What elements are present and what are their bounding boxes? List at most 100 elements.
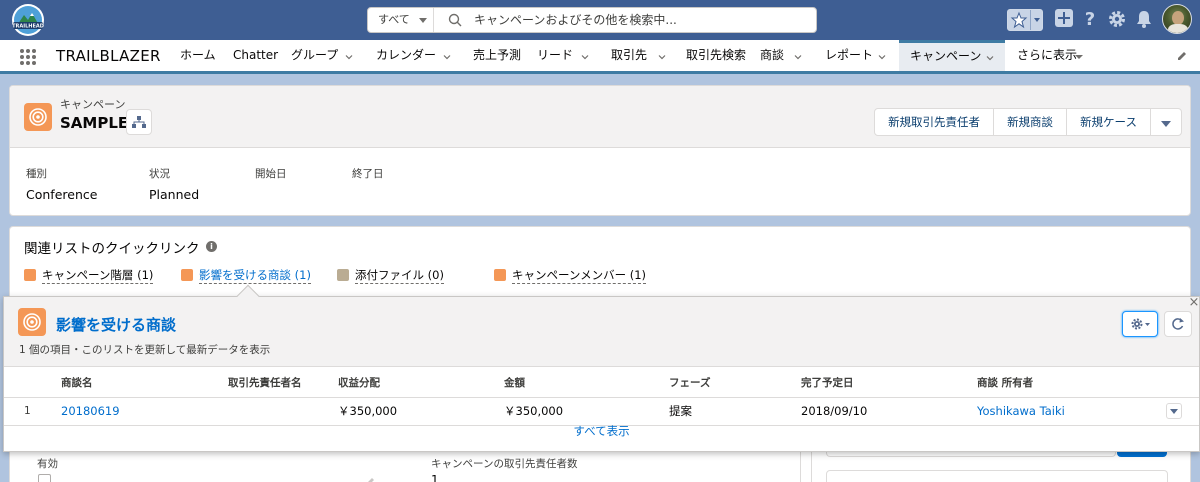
favorites-button[interactable] [1007, 9, 1043, 31]
owner-link[interactable]: Yoshikawa Taiki [977, 404, 1065, 418]
popover-title[interactable]: 影響を受ける商談 [56, 314, 176, 335]
nav-item-label: Chatter [233, 48, 279, 62]
nav-item-label: 取引先検索 [686, 48, 747, 62]
nav-item-leads[interactable]: リード [537, 40, 593, 71]
close-icon[interactable]: × [1187, 296, 1200, 310]
list-settings-button[interactable] [1122, 311, 1158, 337]
record-highlights-card: キャンペーン SAMPLE 新規取引先責任者 新規商談 新規ケース 種別 Con… [9, 85, 1191, 216]
edit-pencil-icon[interactable] [366, 476, 376, 482]
chevron-down-icon [419, 18, 427, 23]
nav-item-accounts[interactable]: 取引先 [611, 40, 669, 71]
new-opportunity-button[interactable]: 新規商談 [993, 108, 1068, 136]
user-avatar[interactable] [1162, 4, 1192, 34]
nav-item-more[interactable]: さらに表示 [1017, 40, 1087, 71]
row-action-dropdown[interactable] [1166, 403, 1182, 419]
gear-icon [1131, 318, 1150, 330]
nav-item-campaigns[interactable]: キャンペーン [899, 40, 1005, 71]
view-hierarchy-button[interactable] [126, 109, 152, 135]
add-icon[interactable] [1055, 9, 1073, 27]
nav-item-account-search[interactable]: 取引先検索 [686, 40, 746, 71]
column-header[interactable]: 収益分配 [338, 369, 504, 398]
new-contact-button[interactable]: 新規取引先責任者 [874, 108, 995, 136]
star-icon [1010, 11, 1028, 29]
campaign-member-icon [494, 269, 506, 281]
column-header[interactable]: 商談名 [61, 369, 228, 398]
nav-item-label: 売上予測 [473, 48, 522, 62]
quick-link-campaign-members[interactable]: キャンペーンメンバー (1) [494, 267, 647, 284]
table-row: 1 20180619 ￥350,000 ￥350,000 提案 2018/09/… [4, 397, 1199, 426]
campaign-details-section: 有効 キャンペーンの取引先責任者数 1 [9, 452, 801, 482]
chevron-down-icon[interactable] [878, 53, 886, 61]
opportunity-link[interactable]: 20180619 [61, 404, 120, 418]
nav-item-forecast[interactable]: 売上予測 [473, 40, 521, 71]
chevron-down-icon[interactable] [443, 53, 451, 61]
nav-item-label: 取引先 [611, 48, 648, 62]
field-type: 種別 Conference [26, 166, 97, 202]
phase-cell: 提案 [669, 397, 801, 426]
info-icon[interactable]: i [206, 241, 217, 252]
nav-item-calendar[interactable]: カレンダー [376, 40, 456, 71]
sidebar-button[interactable] [1117, 452, 1167, 457]
setup-gear-icon[interactable] [1107, 9, 1127, 29]
chevron-down-icon[interactable] [658, 53, 666, 61]
sidebar-panel [811, 452, 1191, 482]
column-header[interactable]: 取引先責任者名 [228, 369, 338, 398]
favorites-dropdown-icon[interactable] [1030, 10, 1043, 30]
quick-link-label: キャンペーン階層 (1) [42, 268, 154, 284]
help-icon[interactable]: ? [1083, 9, 1097, 29]
opportunity-name-cell: 20180619 [61, 397, 228, 426]
row-number: 1 [4, 397, 61, 426]
new-case-button[interactable]: 新規ケース [1066, 108, 1151, 136]
close-date-cell: 2018/09/10 [801, 397, 977, 426]
chevron-down-icon[interactable] [581, 53, 589, 61]
logo-text: TRAILHEAD [12, 24, 44, 30]
global-header: TRAILHEAD すべて ? [0, 0, 1200, 40]
chevron-down-icon[interactable] [794, 53, 802, 61]
quick-link-influenced-opportunities[interactable]: 影響を受ける商談 (1) [181, 267, 311, 284]
active-field-label: 有効 [37, 458, 58, 470]
column-header[interactable]: フェーズ [669, 369, 801, 398]
nav-item-label: キャンペーン [910, 49, 982, 63]
active-checkbox [38, 474, 51, 482]
quick-link-campaign-hierarchy[interactable]: キャンペーン階層 (1) [24, 267, 154, 284]
app-launcher-icon[interactable] [20, 49, 36, 65]
avatar-face [1172, 11, 1184, 25]
campaign-icon [181, 269, 193, 281]
quick-link-attachments[interactable]: 添付ファイル (0) [337, 267, 444, 284]
contact-cell [228, 397, 338, 426]
column-header[interactable]: 完了予定日 [801, 369, 977, 398]
refresh-button[interactable] [1164, 311, 1192, 337]
field-value: Conference [26, 187, 98, 202]
nav-item-groups[interactable]: グループ [291, 40, 357, 71]
influenced-opportunities-popover: 影響を受ける商談 1 個の項目・このリストを更新して最新データを表示 × 商談名… [3, 284, 1200, 452]
avatar-body [1168, 24, 1188, 33]
sidebar-box [826, 470, 1168, 482]
column-header[interactable]: 商談 所有者 [977, 369, 1166, 398]
nav-item-label: カレンダー [376, 48, 437, 62]
column-header[interactable]: 金額 [504, 369, 669, 398]
view-all-link[interactable]: すべて表示 [4, 423, 1199, 439]
field-label: 状況 [149, 168, 170, 180]
nav-item-opportunities[interactable]: 商談 [760, 40, 806, 71]
chevron-down-icon[interactable] [345, 53, 353, 61]
field-status: 状況 Planned [149, 166, 199, 202]
field-start-date: 開始日 [255, 166, 287, 187]
sidebar-input[interactable] [826, 452, 1116, 457]
search-input[interactable] [474, 8, 804, 32]
search-scope-label: すべて [378, 13, 410, 26]
more-actions-dropdown[interactable] [1150, 108, 1182, 136]
nav-item-reports[interactable]: レポート [825, 40, 889, 71]
campaign-icon [24, 269, 36, 281]
nav-item-home[interactable]: ホーム [180, 40, 216, 71]
nav-item-label: レポート [825, 48, 874, 62]
trailhead-logo[interactable]: TRAILHEAD [10, 3, 46, 37]
search-scope-dropdown[interactable]: すべて [368, 8, 434, 32]
nav-item-label: ホーム [180, 48, 216, 62]
quick-link-label: キャンペーンメンバー (1) [512, 268, 647, 284]
edit-nav-pencil-icon[interactable] [1176, 50, 1188, 62]
field-label: 種別 [26, 168, 47, 180]
global-search[interactable]: すべて [367, 7, 817, 33]
nav-item-chatter[interactable]: Chatter [233, 40, 278, 71]
chevron-down-icon[interactable] [986, 54, 994, 62]
notification-bell-icon[interactable] [1135, 9, 1153, 29]
